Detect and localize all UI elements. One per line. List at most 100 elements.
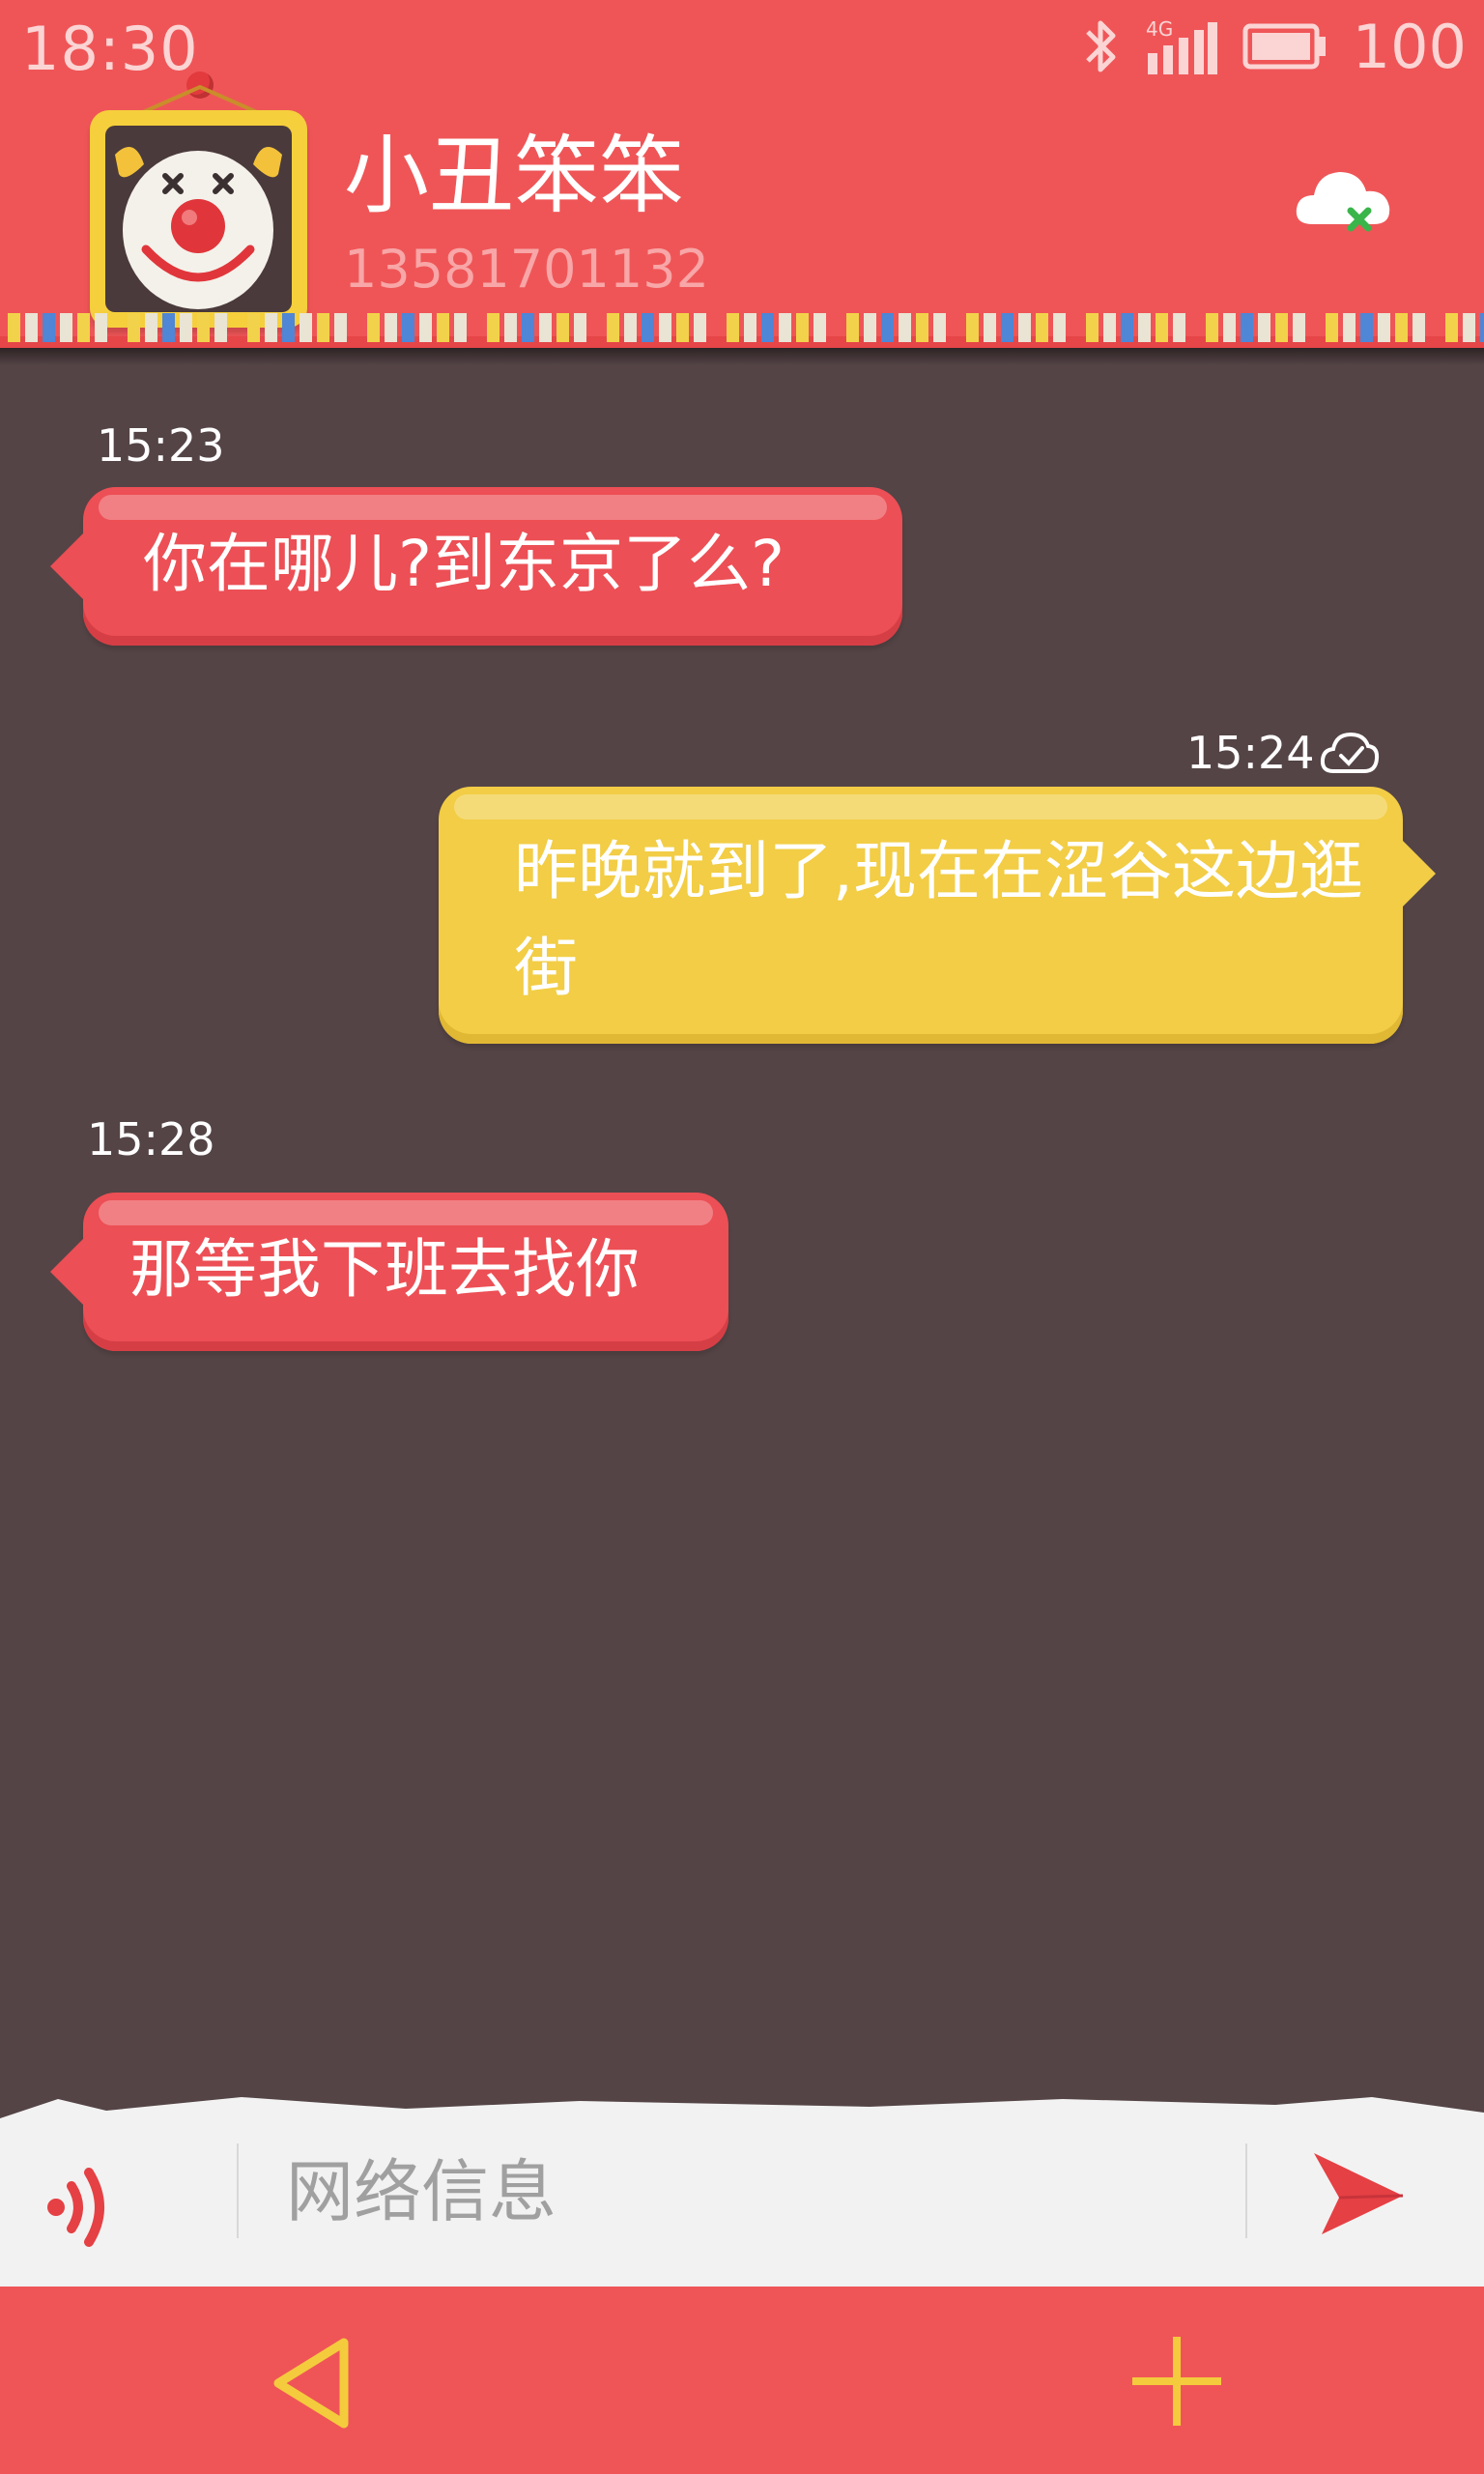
contact-name[interactable]: 小丑笨笨 [344,133,684,218]
fence-picket [1445,313,1458,342]
fence-picket [1258,313,1270,342]
fence-picket [744,313,756,342]
fence-picket [367,313,380,342]
fence-picket [966,313,979,342]
message-input[interactable] [261,2145,1227,2238]
message-time: 15:28 [87,1113,215,1165]
network-type-label: 4G [1146,17,1173,41]
fence-picket [1223,313,1236,342]
fence-picket [487,313,499,342]
header-shadow [0,348,1484,365]
fence-picket [1001,313,1013,342]
fence-picket [1138,313,1151,342]
plus-icon[interactable] [1128,2333,1225,2430]
fence-picket [694,313,706,342]
composer-divider [1245,2143,1247,2238]
status-icons: 4G 100 [1082,12,1467,82]
fence-picket [556,313,569,342]
fence-picket [1121,313,1133,342]
fence-picket [1103,313,1116,342]
message-time: 15:24 [1186,727,1315,779]
cloud-check-icon [1320,732,1380,773]
fence-picket [419,313,432,342]
fence-picket [1360,313,1373,342]
voice-icon[interactable] [39,2147,126,2254]
message-time: 15:23 [97,419,225,472]
signal-4g-icon: 4G [1146,17,1217,74]
fence-picket [796,313,809,342]
fence-picket [247,313,260,342]
bluetooth-icon [1085,20,1116,72]
chat-header: 18:30 4G 100 小丑笨笨 13581701132 [0,0,1484,348]
fence-picket [1413,313,1425,342]
composer-divider [237,2143,239,2238]
fence-picket [1463,313,1475,342]
contact-avatar[interactable] [90,110,307,328]
header-fence-decoration [0,313,1484,348]
bubble-gloss [454,794,1387,820]
fence-picket [933,313,946,342]
fence-picket [846,313,859,342]
fence-picket [574,313,586,342]
fence-picket [162,313,175,342]
fence-picket [1241,313,1253,342]
fence-picket [282,313,295,342]
fence-picket [607,313,619,342]
fence-picket [916,313,928,342]
sent-message-bubble[interactable]: 昨晚就到了,现在在涩谷这边逛街 [439,787,1436,1044]
fence-picket [659,313,671,342]
fence-picket [8,313,20,342]
fence-picket [522,313,534,342]
clown-avatar-icon [105,126,292,312]
fence-picket [539,313,552,342]
back-triangle-icon[interactable] [267,2335,359,2431]
fence-picket [676,313,689,342]
fence-picket [43,313,55,342]
fence-picket [385,313,397,342]
fence-picket [334,313,347,342]
fence-picket [180,313,192,342]
fence-picket [197,313,210,342]
fence-picket [317,313,329,342]
fence-picket [77,313,90,342]
fence-picket [25,313,38,342]
fence-picket [1206,313,1218,342]
fence-picket [145,313,157,342]
cloud-sync-off-icon[interactable] [1291,155,1397,242]
fence-picket [642,313,654,342]
fence-picket [1173,313,1185,342]
fence-picket [864,313,876,342]
fence-picket [779,313,791,342]
fence-picket [1480,313,1484,342]
fence-picket [402,313,414,342]
fence-picket [214,313,227,342]
send-icon[interactable] [1306,2145,1409,2242]
fence-picket [1395,313,1408,342]
fence-picket [1156,313,1168,342]
contact-number: 13581701132 [344,239,709,300]
fence-picket [95,313,107,342]
received-message-bubble[interactable]: 你在哪儿?到东京了么? [50,487,902,646]
fence-picket [1036,313,1048,342]
message-text: 你在哪儿?到东京了么? [143,527,785,601]
fence-picket [1293,313,1305,342]
received-message-bubble[interactable]: 那等我下班去找你 [50,1193,728,1351]
fence-picket [265,313,277,342]
fence-picket [454,313,467,342]
fence-picket [624,313,637,342]
message-text: 昨晚就到了,现在在涩谷这边逛街 [514,834,1363,1005]
fence-picket [813,313,826,342]
fence-picket [1086,313,1099,342]
fence-picket [1378,313,1390,342]
fence-picket [899,313,911,342]
message-text: 那等我下班去找你 [129,1232,640,1307]
fence-picket [1018,313,1031,342]
fence-picket [1343,313,1356,342]
fence-picket [300,313,312,342]
fence-picket [128,313,140,342]
fence-picket [1326,313,1338,342]
fence-picket [761,313,774,342]
status-time: 18:30 [21,14,199,84]
fence-picket [1053,313,1066,342]
battery-icon [1242,23,1326,70]
